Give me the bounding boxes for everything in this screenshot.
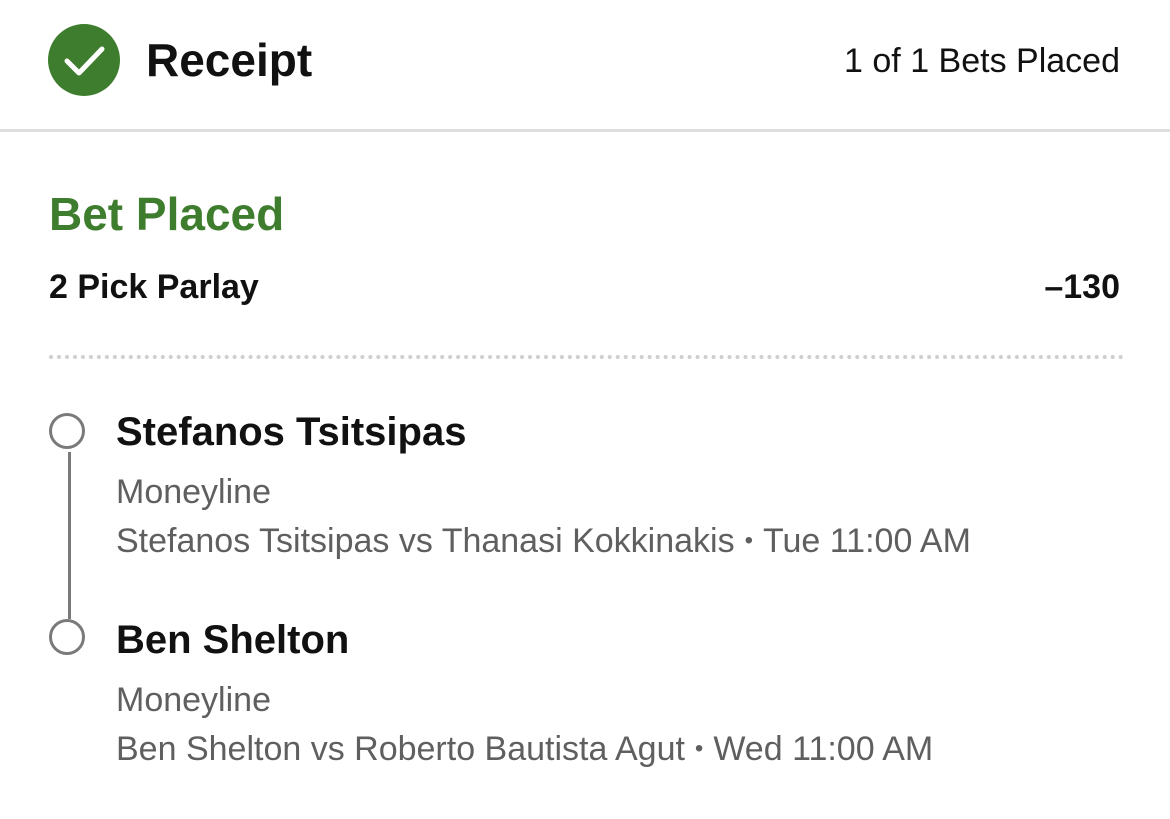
bet-odds: –130 — [1044, 268, 1120, 306]
bets-placed-count: 1 of 1 Bets Placed — [844, 42, 1120, 80]
timeline-connector — [68, 452, 71, 619]
leg-time: Tue 11:00 AM — [763, 522, 971, 560]
leg-selection: Ben Shelton — [116, 618, 350, 662]
leg-selection: Stefanos Tsitsipas — [116, 410, 467, 454]
leg-time: Wed 11:00 AM — [713, 730, 934, 768]
receipt-header: Receipt 1 of 1 Bets Placed — [0, 0, 1170, 132]
bullet-separator: • — [694, 735, 704, 762]
leg-circle-icon — [49, 413, 85, 449]
checkmark-circle-icon — [48, 24, 120, 96]
page-title: Receipt — [146, 34, 313, 86]
leg-market: Moneyline — [116, 681, 271, 719]
leg-market: Moneyline — [116, 473, 271, 511]
leg-event-info: Ben Shelton vs Roberto Bautista Agut • Wed… — [116, 728, 933, 770]
dotted-divider — [49, 355, 1124, 359]
leg-circle-icon — [49, 619, 85, 655]
leg-matchup: Stefanos Tsitsipas vs Thanasi Kokkinakis — [116, 522, 735, 560]
leg-event-info: Stefanos Tsitsipas vs Thanasi Kokkinakis… — [116, 520, 971, 562]
bet-type: 2 Pick Parlay — [49, 268, 259, 306]
leg-matchup: Ben Shelton vs Roberto Bautista Agut — [116, 730, 685, 768]
bullet-separator: • — [744, 527, 754, 554]
bet-status: Bet Placed — [49, 188, 285, 240]
